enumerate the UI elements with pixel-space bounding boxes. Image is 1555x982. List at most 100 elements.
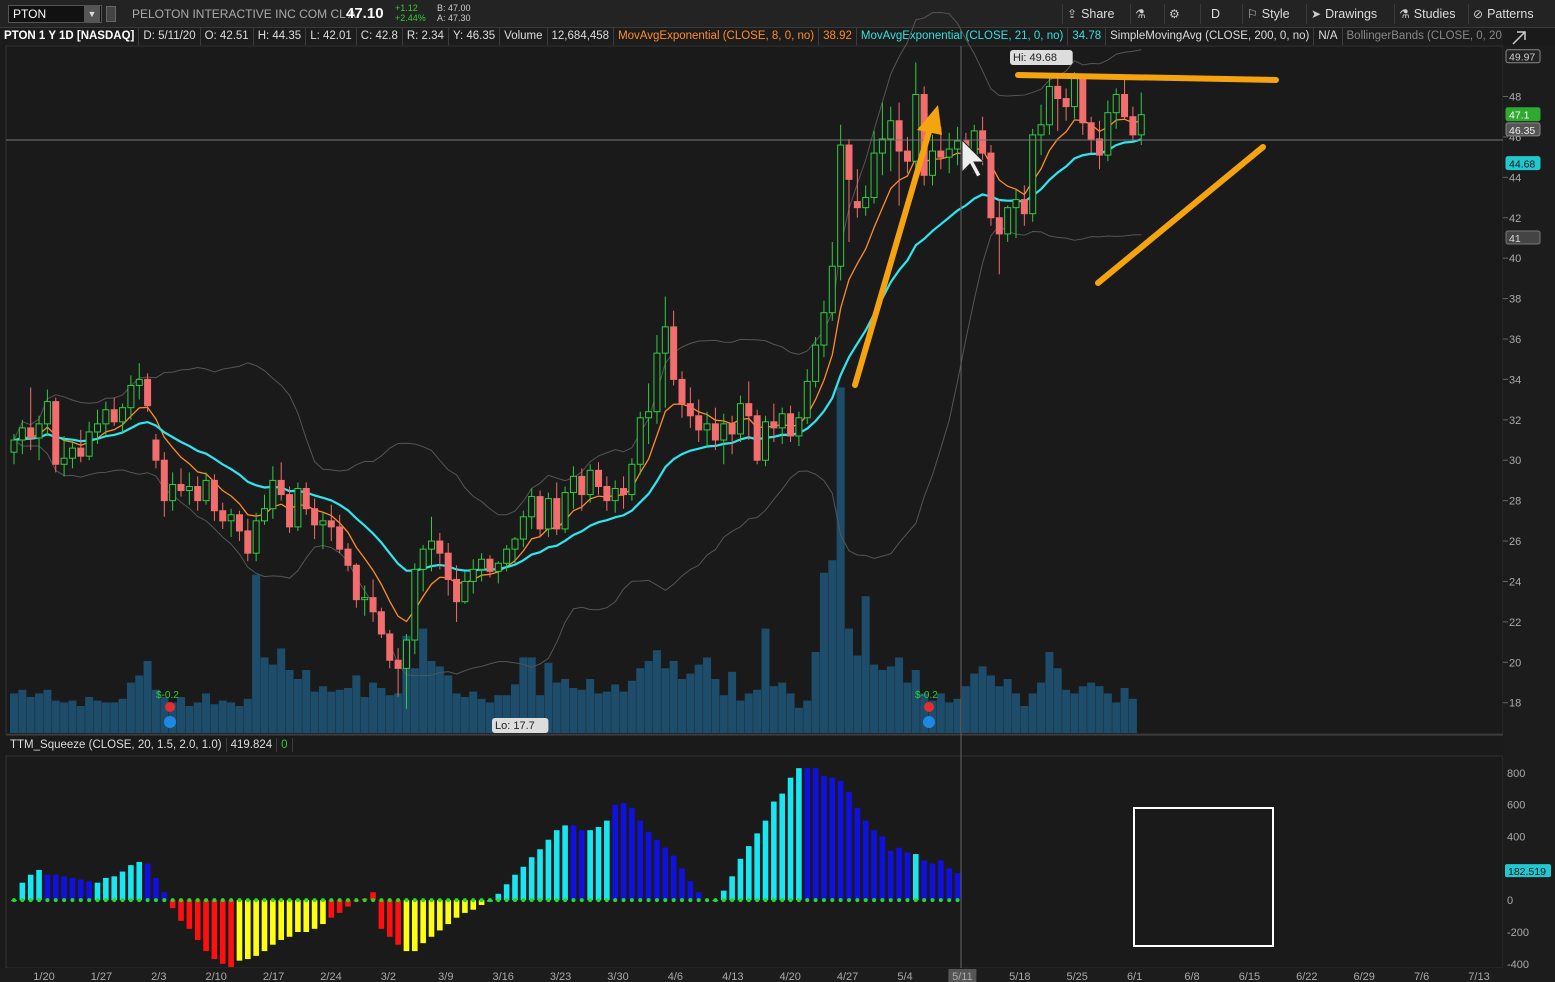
squeeze-bar	[771, 801, 777, 901]
ema21-value: 34.78	[1068, 28, 1107, 45]
volume-bar	[60, 702, 69, 733]
candle-body	[1129, 116, 1137, 136]
squeeze-bar	[562, 825, 568, 901]
squeeze-bar	[779, 793, 785, 901]
symbol-dropdown-icon[interactable]: ▼	[84, 6, 100, 22]
volume-bar	[243, 698, 252, 733]
volume-bar	[10, 693, 18, 733]
candle-body	[269, 479, 277, 510]
price-tag: 41	[1509, 233, 1521, 245]
squeeze-pane	[5, 755, 1504, 969]
squeeze-bar	[253, 900, 259, 956]
flask-button[interactable]: ⚗	[1130, 4, 1154, 24]
volume-bar	[778, 682, 787, 733]
info-range: R: 2.34	[403, 28, 449, 45]
candle-body	[135, 378, 143, 386]
candle-body	[736, 403, 744, 435]
change-value: +1.12	[395, 3, 418, 13]
price-tick-label: 40	[1509, 253, 1521, 265]
volume-bar	[43, 689, 52, 733]
squeeze-dot	[922, 898, 927, 903]
last-price: 47.10	[346, 5, 384, 22]
squeeze-bar	[904, 852, 911, 901]
price-tag-bg	[1505, 122, 1541, 137]
expand-icon[interactable]	[1503, 28, 1555, 48]
squeeze-dot	[938, 898, 943, 903]
volume-bar	[310, 691, 319, 733]
squeeze-dot	[87, 898, 92, 903]
settings-button[interactable]: ⚙	[1164, 4, 1188, 24]
squeeze-dot	[112, 898, 117, 903]
candle-body	[561, 492, 569, 530]
candle-body	[227, 514, 235, 522]
candle-body	[670, 326, 678, 380]
price-tick-label: 30	[1509, 455, 1521, 467]
volume-bar	[202, 693, 211, 733]
candle-body	[862, 197, 870, 209]
squeeze-dot	[588, 898, 593, 903]
date-highlight	[948, 969, 977, 982]
squeeze-dot	[304, 898, 309, 903]
style-button[interactable]: ⚐ Style	[1242, 4, 1294, 24]
squeeze-dot	[730, 898, 735, 903]
candle-body	[528, 496, 536, 518]
candle-body	[1079, 77, 1087, 124]
volume-bar	[1012, 693, 1020, 733]
info-y: Y: 46.35	[449, 28, 501, 45]
volume-bar	[753, 689, 762, 733]
link-icon[interactable]	[106, 6, 116, 22]
date-tick-label: 6/29	[1353, 971, 1374, 982]
squeeze-dot	[688, 898, 693, 903]
squeeze-bar	[144, 863, 151, 901]
candle-body	[987, 152, 995, 219]
date-tick-label: 1/20	[33, 971, 54, 982]
volume-bar	[394, 693, 403, 733]
candle-body	[43, 401, 51, 425]
studies-button[interactable]: ⚗ Studies	[1394, 4, 1459, 24]
candle-body	[903, 150, 911, 162]
volume-bar	[736, 700, 745, 733]
squeeze-dot	[738, 898, 743, 903]
squeeze-bar	[913, 854, 919, 901]
squeeze-dot	[821, 898, 826, 903]
volume-bar	[1053, 668, 1062, 733]
bid-ask: B: 47.00 A: 47.30	[437, 3, 471, 23]
candle-body	[511, 538, 519, 550]
candle-body	[210, 479, 218, 512]
volume-bar	[744, 693, 753, 733]
squeeze-dot	[529, 898, 534, 903]
candle-body	[394, 659, 402, 669]
squeeze-bar	[612, 804, 618, 901]
squeeze-bar	[762, 820, 769, 901]
candle-body	[595, 469, 602, 487]
patterns-button[interactable]: ⊘ Patterns	[1468, 4, 1538, 24]
squeeze-dot	[245, 898, 250, 903]
price-chart[interactable]: Hi: 49.68 Lo: 17.7 $-0.2 $-0.2 48 46 44 42 40 38 3…	[0, 0, 1555, 982]
squeeze-dot	[947, 898, 952, 903]
squeeze-dot	[162, 898, 167, 903]
squeeze-bar	[495, 893, 502, 901]
candle-body	[436, 540, 444, 554]
drawings-button[interactable]: ➤ Drawings	[1306, 4, 1381, 24]
price-tag-bg	[1505, 107, 1541, 122]
candle-body	[469, 568, 477, 582]
squeeze-bar	[553, 830, 560, 901]
candle-body	[553, 498, 561, 530]
share-button[interactable]: ⇪ Share	[1062, 4, 1118, 24]
volume-bar	[110, 702, 119, 733]
alert-icon[interactable]: !	[10, 51, 24, 65]
flask-icon: ⚗	[1135, 7, 1146, 21]
timeframe-button[interactable]: D	[1200, 4, 1230, 24]
candle-body	[728, 423, 736, 435]
volume-bar	[995, 686, 1004, 733]
date-tick-label: 6/22	[1296, 971, 1317, 982]
volume-bar	[544, 662, 553, 733]
volume-bar	[961, 686, 970, 733]
candle-body	[711, 423, 719, 441]
squeeze-dot	[145, 898, 150, 903]
candle-body	[286, 494, 294, 528]
squeeze-bar	[353, 900, 360, 902]
squeeze-dot	[95, 898, 100, 903]
squeeze-bar	[620, 803, 627, 901]
squeeze-bar	[737, 858, 744, 901]
